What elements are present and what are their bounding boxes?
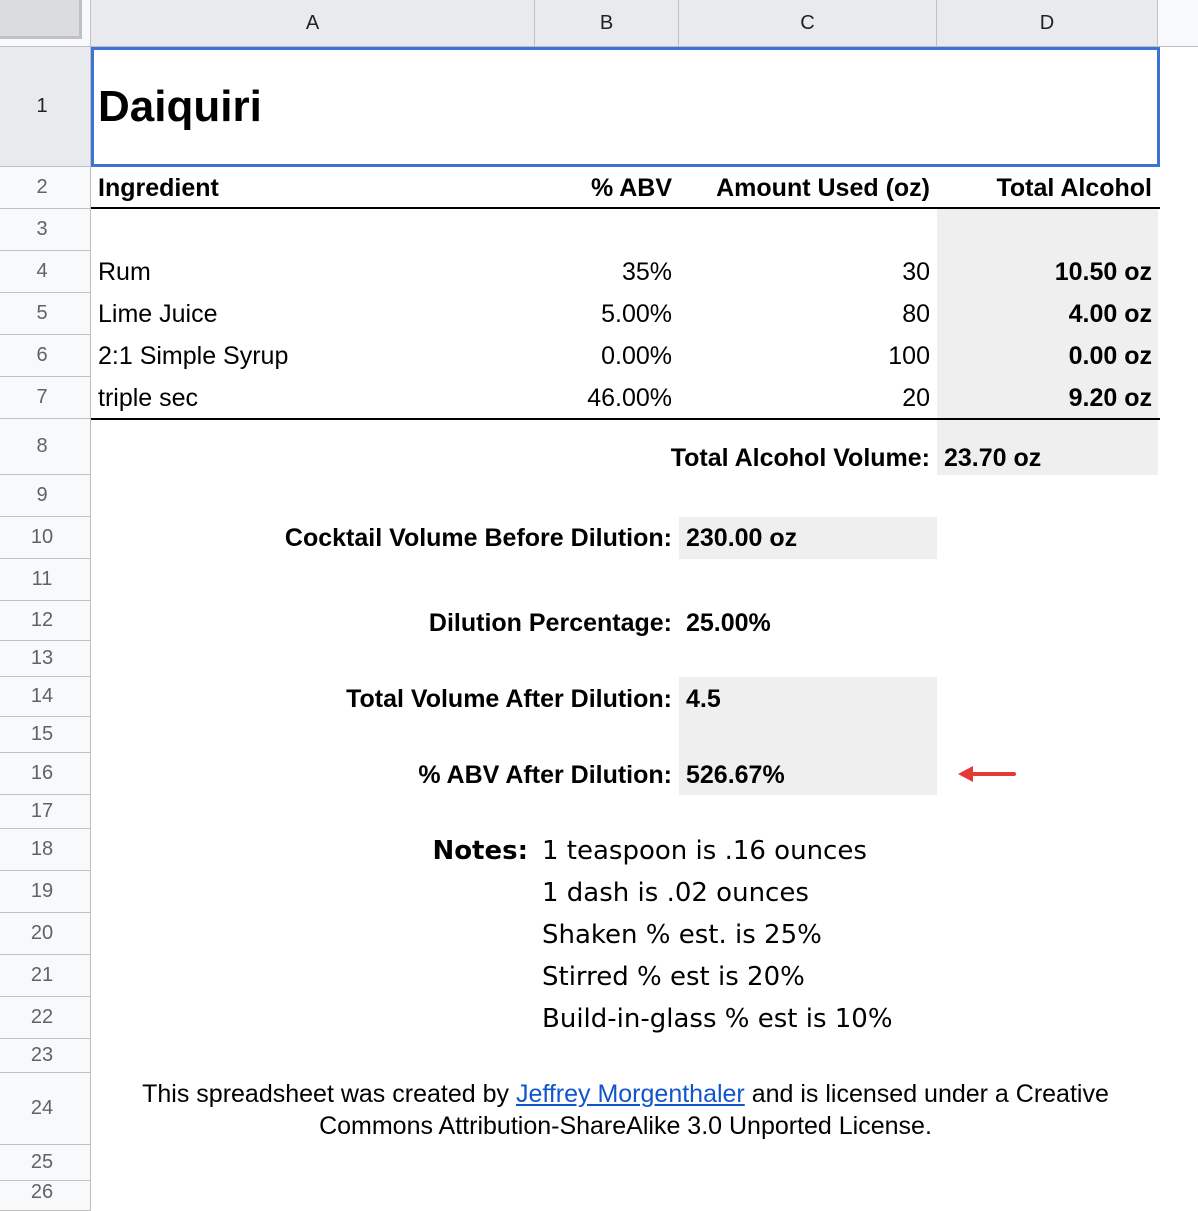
total-alcohol-volume-value[interactable]: 23.70 oz [944,437,1041,479]
footer-prefix: This spreadsheet was created by [142,1080,516,1108]
before-dilution-value[interactable]: 230.00 oz [686,517,797,559]
row-header-12[interactable]: 12 [0,601,91,641]
row-header-14[interactable]: 14 [0,677,91,717]
header-ingredient[interactable]: Ingredient [98,167,219,209]
ingredient-total[interactable]: 10.50 oz [937,251,1152,293]
column-header-e[interactable] [1158,0,1198,47]
note-line[interactable]: 1 teaspoon is .16 ounces [542,829,867,873]
row-header-2[interactable]: 2 [0,167,91,209]
row-header-10[interactable]: 10 [0,517,91,559]
column-header-a[interactable]: A [91,0,535,47]
after-dilution-label[interactable]: Total Volume After Dilution: [91,677,672,721]
header-amount[interactable]: Amount Used (oz) [679,167,930,209]
row-header-26[interactable]: 26 [0,1181,91,1211]
note-line[interactable]: Stirred % est is 20% [542,955,805,999]
row-header-6[interactable]: 6 [0,335,91,377]
row-header-9[interactable]: 9 [0,475,91,517]
row-header-16[interactable]: 16 [0,753,91,795]
ingredient-total[interactable]: 4.00 oz [937,293,1152,335]
dilution-percentage-value[interactable]: 25.00% [686,601,771,645]
row-header-19[interactable]: 19 [0,871,91,913]
note-line[interactable]: 1 dash is .02 ounces [542,871,809,915]
row-header-1[interactable]: 1 [0,47,91,167]
cell-selection-a1-d1[interactable] [91,47,1160,167]
row-header-13[interactable]: 13 [0,641,91,677]
frozen-pane-handle[interactable] [0,0,82,39]
ingredient-abv[interactable]: 46.00% [535,377,672,419]
note-line[interactable]: Shaken % est. is 25% [542,913,822,957]
row-header-21[interactable]: 21 [0,955,91,997]
abv-after-dilution-value[interactable]: 526.67% [686,753,785,797]
row-header-3[interactable]: 3 [0,209,91,251]
row-header-15[interactable]: 15 [0,717,91,753]
row-header-5[interactable]: 5 [0,293,91,335]
red-arrow-left-icon [958,766,1016,782]
ingredient-abv[interactable]: 0.00% [535,335,672,377]
row-header-20[interactable]: 20 [0,913,91,955]
column-header-b[interactable]: B [535,0,679,47]
ingredient-name[interactable]: Rum [98,251,151,293]
ingredient-total[interactable]: 9.20 oz [937,377,1152,419]
row-header-7[interactable]: 7 [0,377,91,419]
row-header-24[interactable]: 24 [0,1073,91,1145]
ingredient-amount[interactable]: 100 [679,335,930,377]
ingredient-total[interactable]: 0.00 oz [937,335,1152,377]
header-total-alcohol[interactable]: Total Alcohol [937,167,1152,209]
after-dilution-value[interactable]: 4.5 [686,677,721,721]
license-footer: This spreadsheet was created by Jeffrey … [91,1078,1160,1142]
row-header-18[interactable]: 18 [0,829,91,871]
ingredients-bottom-border [91,418,1160,420]
row-header-11[interactable]: 11 [0,559,91,601]
ingredient-name[interactable]: Lime Juice [98,293,218,335]
row-header-17[interactable]: 17 [0,795,91,829]
before-dilution-label[interactable]: Cocktail Volume Before Dilution: [91,517,672,559]
row-header-4[interactable]: 4 [0,251,91,293]
ingredient-amount[interactable]: 20 [679,377,930,419]
ingredient-name[interactable]: triple sec [98,377,198,419]
ingredient-name[interactable]: 2:1 Simple Syrup [98,335,288,377]
row-header-22[interactable]: 22 [0,997,91,1039]
note-line[interactable]: Build-in-glass % est is 10% [542,997,893,1041]
notes-label[interactable]: Notes: [91,829,528,873]
dilution-percentage-label[interactable]: Dilution Percentage: [91,601,672,645]
author-link[interactable]: Jeffrey Morgenthaler [516,1080,745,1108]
row-header-23[interactable]: 23 [0,1039,91,1073]
column-header-c[interactable]: C [679,0,937,47]
column-header-d[interactable]: D [937,0,1158,47]
header-underline [91,207,1160,209]
row-header-8[interactable]: 8 [0,419,91,475]
ingredient-abv[interactable]: 35% [535,251,672,293]
total-alcohol-volume-label[interactable]: Total Alcohol Volume: [91,437,930,479]
abv-after-dilution-label[interactable]: % ABV After Dilution: [91,753,672,797]
ingredient-amount[interactable]: 80 [679,293,930,335]
row-header-25[interactable]: 25 [0,1145,91,1181]
header-abv[interactable]: % ABV [535,167,672,209]
ingredient-amount[interactable]: 30 [679,251,930,293]
ingredient-abv[interactable]: 5.00% [535,293,672,335]
